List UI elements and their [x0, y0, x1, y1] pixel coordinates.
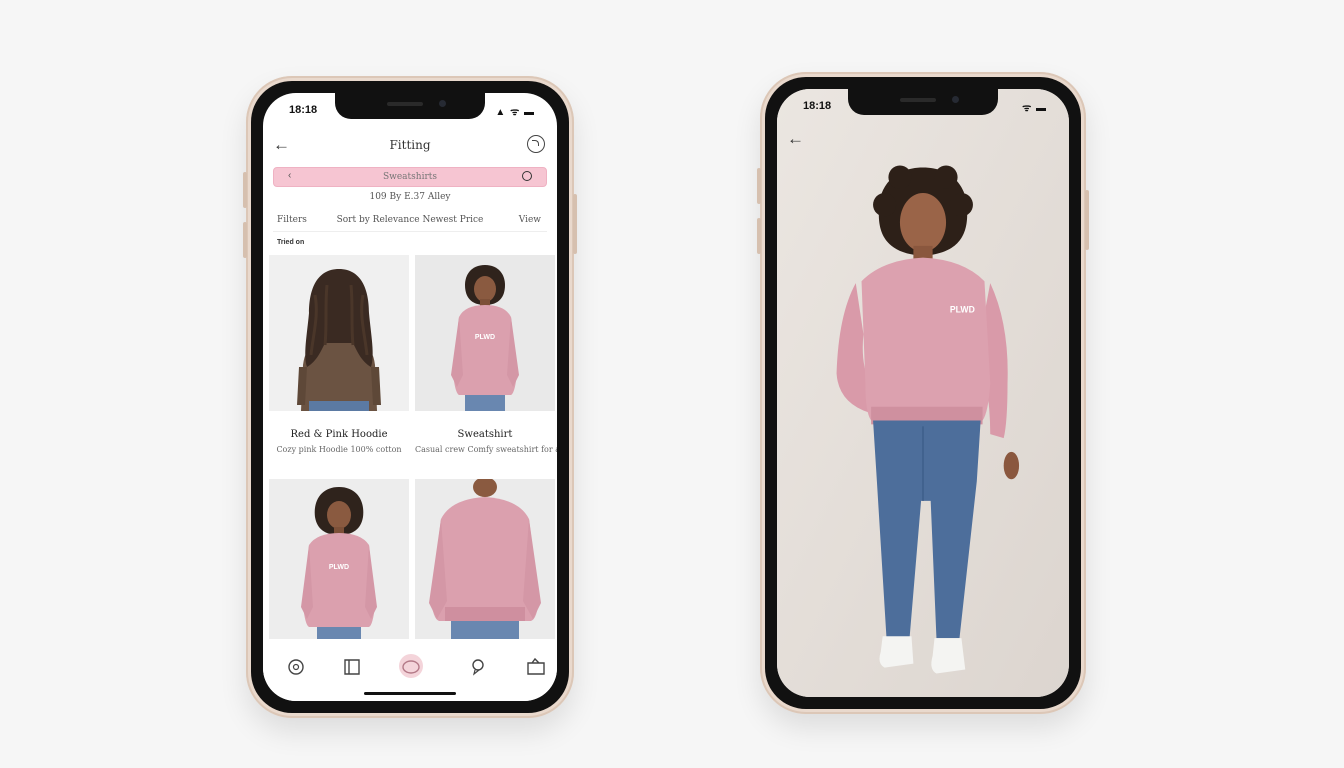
- status-time: 18:18: [289, 104, 318, 116]
- home-icon: [288, 659, 304, 675]
- tab-bag[interactable]: [525, 657, 547, 677]
- product-name: Red & Pink Hoodie: [290, 429, 388, 440]
- fitting-room-icon: [402, 660, 420, 674]
- product-image-front-curly[interactable]: PLWD: [269, 479, 409, 639]
- model-front-illustration: PLWD: [301, 487, 377, 639]
- product-card-2[interactable]: Sweatshirt Casual crew Comfy sweatshirt …: [415, 417, 557, 471]
- virtual-try-on-screen: PLWD 18:18 ᯤ ▬ ←: [777, 89, 1069, 697]
- phone-frame-right: PLWD 18:18 ᯤ ▬ ←: [757, 72, 1089, 714]
- search-icon[interactable]: [522, 171, 532, 181]
- sort-options[interactable]: Sort by Relevance Newest Price: [263, 215, 557, 225]
- model-back-illustration: [429, 479, 541, 639]
- tab-fitting-room[interactable]: [400, 657, 422, 677]
- app-showcase: 18:18 ▲ ᯤ ▬ ← Fitting ‹ 109 By E.37 Alle…: [0, 0, 1344, 768]
- phone-frame-left: 18:18 ▲ ᯤ ▬ ← Fitting ‹ 109 By E.37 Alle…: [243, 76, 577, 718]
- tab-home[interactable]: [285, 657, 307, 677]
- catalog-icon: [344, 659, 360, 675]
- notch: [848, 89, 998, 115]
- app-header: ← Fitting: [263, 133, 557, 161]
- product-image-front-view[interactable]: PLWD: [415, 255, 555, 411]
- notch: [335, 93, 485, 119]
- page-title: Fitting: [389, 138, 431, 152]
- svg-text:PLWD: PLWD: [950, 305, 975, 315]
- product-description: Casual crew Comfy sweatshirt for all: [415, 445, 557, 454]
- product-card-1[interactable]: Red & Pink Hoodie Cozy pink Hoodie 100% …: [269, 417, 409, 471]
- search-leading-icon: ‹: [288, 170, 292, 181]
- search-bar[interactable]: ‹: [273, 167, 547, 187]
- product-image-back-view[interactable]: [269, 255, 409, 411]
- product-name: Sweatshirt: [457, 429, 513, 440]
- model-back-illustration: [297, 269, 381, 411]
- messages-icon: [472, 659, 484, 676]
- model-front-illustration: PLWD: [451, 265, 519, 411]
- tab-messages[interactable]: [467, 657, 489, 677]
- svg-text:PLWD: PLWD: [475, 334, 495, 341]
- bottom-tab-bar: [263, 641, 557, 701]
- back-arrow-icon[interactable]: ←: [787, 129, 804, 149]
- search-input[interactable]: [304, 169, 516, 185]
- bag-icon: [527, 657, 545, 675]
- status-icons: ▲ ᯤ ▬: [495, 107, 535, 118]
- section-label: Tried on: [277, 239, 305, 246]
- product-description: Cozy pink Hoodie 100% cotton: [276, 445, 402, 454]
- status-time: 18:18: [803, 100, 832, 112]
- view-toggle[interactable]: View: [519, 215, 541, 225]
- divider: [273, 231, 547, 232]
- ar-scan-icon[interactable]: [527, 135, 545, 153]
- status-icons: ᯤ ▬: [1022, 103, 1047, 114]
- catalog-screen: 18:18 ▲ ᯤ ▬ ← Fitting ‹ 109 By E.37 Alle…: [263, 93, 557, 701]
- store-location: 109 By E.37 Alley: [369, 192, 451, 202]
- filter-row: Filters Sort by Relevance Newest Price V…: [263, 215, 557, 229]
- svg-text:PLWD: PLWD: [329, 564, 349, 571]
- model-full-body-photo[interactable]: PLWD: [777, 89, 1069, 697]
- tab-catalog[interactable]: [341, 657, 363, 677]
- home-indicator: [364, 692, 456, 695]
- product-image-back-pink[interactable]: [415, 479, 555, 639]
